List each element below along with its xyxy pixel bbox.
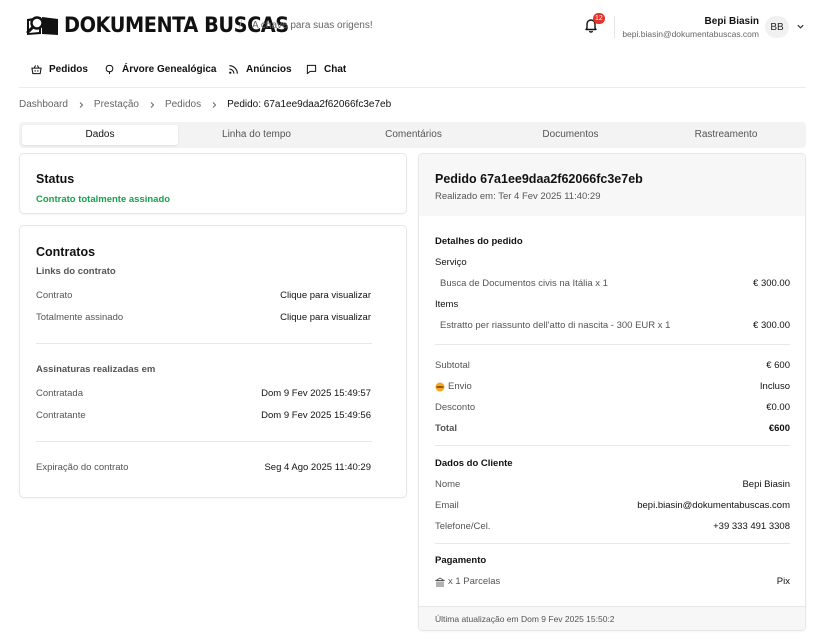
breadcrumb-current: Pedido: 67a1ee9daa2f62066fc3e7eb xyxy=(227,99,392,110)
breadcrumb-prestacao[interactable]: Prestação xyxy=(94,99,139,110)
contract-links-heading: Links do contrato xyxy=(36,266,116,277)
nav-label: Chat xyxy=(324,63,347,75)
slogan-separator: / xyxy=(239,19,243,31)
last-updated: Última atualização em Dom 9 Fev 2025 15:… xyxy=(435,614,615,624)
tab-comentarios[interactable]: Comentários xyxy=(335,125,492,145)
divider xyxy=(435,445,790,446)
subtotal-label: Subtotal xyxy=(435,360,470,371)
client-heading: Dados do Cliente xyxy=(435,458,513,469)
order-item-price: € 300.00 xyxy=(753,320,790,331)
tab-linha-do-tempo[interactable]: Linha do tempo xyxy=(178,125,335,145)
total-value: €600 xyxy=(768,423,790,434)
order-footer: Última atualização em Dom 9 Fev 2025 15:… xyxy=(419,606,805,630)
signature-contratante-label: Contratante xyxy=(36,410,86,421)
client-name-label: Nome xyxy=(435,479,461,490)
status-title: Status xyxy=(36,172,75,186)
order-header: Pedido 67a1ee9daa2f62066fc3e7eb Realizad… xyxy=(419,154,805,216)
signature-contratante-value: Dom 9 Fev 2025 15:49:56 xyxy=(261,410,371,421)
payment-installments: x 1 Parcelas xyxy=(448,576,501,587)
header-divider xyxy=(614,16,615,38)
nav-divider xyxy=(19,87,806,88)
basket-icon xyxy=(31,64,42,74)
book-magnifier-icon xyxy=(26,16,58,35)
divider xyxy=(435,344,790,345)
nav-item-chat[interactable]: Chat xyxy=(306,60,346,78)
breadcrumb-pedidos[interactable]: Pedidos xyxy=(165,99,201,110)
shipping-badge-icon xyxy=(435,382,445,391)
chevron-right-icon xyxy=(79,101,84,108)
breadcrumb: Dashboard Prestação Pedidos Pedido: 67a1… xyxy=(19,99,391,110)
service-item: Busca de Documentos civis na Itália x 1 xyxy=(440,278,608,289)
status-card: Status Contrato totalmente assinado xyxy=(19,153,407,214)
contract-view-link[interactable]: Clique para visualizar xyxy=(280,290,371,301)
shipping-value: Incluso xyxy=(759,381,790,392)
nav-label: Anúncios xyxy=(246,63,292,75)
discount-label: Desconto xyxy=(435,402,476,413)
slogan: A chave para suas origens! xyxy=(252,20,373,31)
avatar[interactable]: BB xyxy=(765,16,789,38)
subtotal-value: € 600 xyxy=(766,360,790,371)
user-name: Bepi Biasin xyxy=(704,16,759,27)
payment-method: Pix xyxy=(776,576,790,587)
user-email: bepi.biasin@dokumentabuscas.com xyxy=(622,29,759,39)
client-name-value: Bepi Biasin xyxy=(742,479,790,490)
tab-rastreamento[interactable]: Rastreamento xyxy=(649,125,803,145)
payment-row: x 1 Parcelas xyxy=(435,576,500,587)
chat-icon xyxy=(306,64,317,74)
order-placed-date: Realizado em: Ter 4 Fev 2025 11:40:29 xyxy=(435,191,601,202)
signature-contratada-label: Contratada xyxy=(36,388,84,399)
nav-item-anuncios[interactable]: Anúncios xyxy=(228,60,292,78)
signature-contratada-value: Dom 9 Fev 2025 15:49:57 xyxy=(261,388,371,399)
discount-value: €0.00 xyxy=(766,402,790,413)
rss-icon xyxy=(229,64,238,74)
signed-contract-label: Totalmente assinado xyxy=(36,312,124,323)
expiration-label: Expiração do contrato xyxy=(36,462,129,473)
service-heading: Serviço xyxy=(435,257,467,268)
app-header: DOKUMENTA BUSCAS / A chave para suas ori… xyxy=(0,0,828,52)
shipping-label: Envio xyxy=(448,381,472,392)
tab-bar: Dados Linha do tempo Comentários Documen… xyxy=(19,122,806,148)
status-value: Contrato totalmente assinado xyxy=(36,194,171,205)
service-price: € 300.00 xyxy=(753,278,790,289)
client-email-label: Email xyxy=(435,500,459,511)
tree-icon xyxy=(105,64,114,74)
notification-badge: 12 xyxy=(593,13,605,24)
client-email-value: bepi.biasin@dokumentabuscas.com xyxy=(637,500,790,511)
contracts-title: Contratos xyxy=(36,245,96,259)
order-title: Pedido 67a1ee9daa2f62066fc3e7eb xyxy=(435,172,643,186)
client-phone-label: Telefone/Cel. xyxy=(435,521,491,532)
order-item: Estratto per riassunto dell'atto di nasc… xyxy=(440,320,671,331)
chevron-right-icon xyxy=(150,101,155,108)
contract-link-label: Contrato xyxy=(36,290,73,301)
payment-heading: Pagamento xyxy=(435,555,487,566)
shipping-row: Envio xyxy=(435,381,472,392)
tab-dados[interactable]: Dados xyxy=(22,125,178,145)
divider xyxy=(36,441,372,442)
expiration-value: Seg 4 Ago 2025 11:40:29 xyxy=(264,462,371,473)
order-details-heading: Detalhes do pedido xyxy=(435,236,523,247)
order-card: Pedido 67a1ee9daa2f62066fc3e7eb Realizad… xyxy=(418,153,806,631)
items-heading: Items xyxy=(435,299,459,310)
chevron-right-icon xyxy=(212,101,217,108)
signatures-heading: Assinaturas realizadas em xyxy=(36,364,156,375)
client-phone-value: +39 333 491 3308 xyxy=(713,521,790,532)
bank-icon xyxy=(435,576,445,586)
nav-item-pedidos[interactable]: Pedidos xyxy=(31,60,88,78)
tab-documentos[interactable]: Documentos xyxy=(492,125,649,145)
total-label: Total xyxy=(435,423,457,434)
contracts-card: Contratos Links do contrato Contrato Cli… xyxy=(19,225,407,498)
nav-label: Pedidos xyxy=(49,63,88,75)
nav-label: Árvore Genealógica xyxy=(122,63,217,75)
divider xyxy=(36,343,372,344)
chevron-down-icon[interactable] xyxy=(796,22,805,31)
nav-item-arvore[interactable]: Árvore Genealógica xyxy=(104,60,216,78)
divider xyxy=(435,543,790,544)
breadcrumb-dashboard[interactable]: Dashboard xyxy=(19,99,68,110)
signed-contract-view-link[interactable]: Clique para visualizar xyxy=(280,312,371,323)
